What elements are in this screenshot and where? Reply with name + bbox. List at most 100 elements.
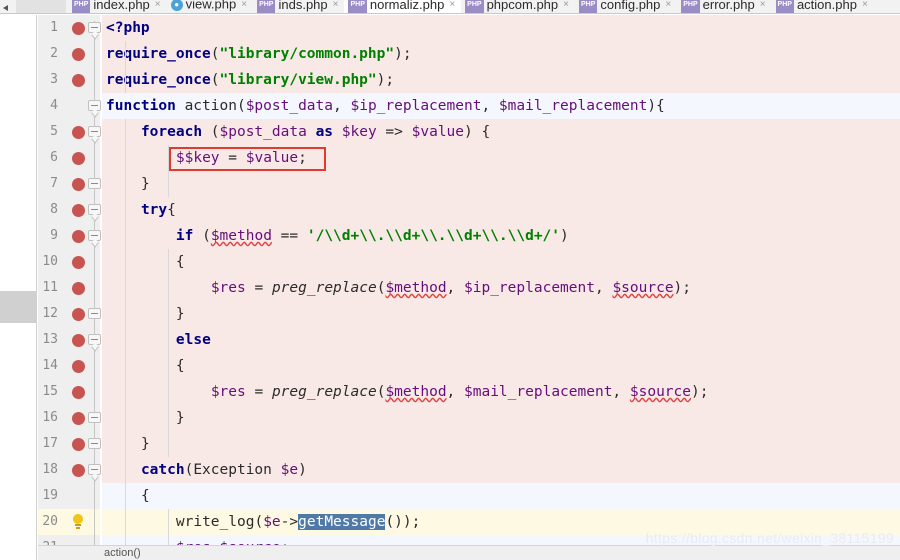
- code-line[interactable]: }: [102, 431, 900, 457]
- indent-guide-level2b: [168, 249, 169, 457]
- code-line[interactable]: {: [102, 353, 900, 379]
- code-line[interactable]: {: [102, 483, 900, 509]
- code-line[interactable]: else: [102, 327, 900, 353]
- indent-guide-level1: [125, 119, 126, 560]
- line-number: 15: [42, 384, 58, 399]
- code-line[interactable]: try{: [102, 197, 900, 223]
- chevron-left-icon[interactable]: [0, 0, 14, 13]
- selected-token[interactable]: getMessage: [298, 514, 386, 530]
- tab-label: normaliz.php: [369, 0, 445, 12]
- fold-toggle-icon[interactable]: [88, 412, 101, 423]
- lightbulb-intention-icon[interactable]: [71, 514, 86, 530]
- breakpoint-icon[interactable]: [72, 308, 85, 321]
- line-number: 5: [50, 124, 58, 139]
- editor-tab-phpcom-php[interactable]: PHP phpcom.php ×: [461, 0, 575, 13]
- editor-tab-normaliz-php[interactable]: PHP normaliz.php ×: [344, 0, 462, 13]
- breakpoint-icon[interactable]: [72, 178, 85, 191]
- code-editor-area[interactable]: <?php require_once("library/common.php");…: [102, 15, 900, 560]
- tab-list: PHP index.php × ● view.php × PHP inds.php × PHP no…: [68, 0, 874, 13]
- code-line[interactable]: $res = preg_replace($method, $ip_replace…: [102, 275, 900, 301]
- code-line[interactable]: <?php: [102, 15, 900, 41]
- tab-label: inds.php: [278, 0, 328, 12]
- tab-label: error.php: [702, 0, 755, 12]
- close-icon[interactable]: ×: [241, 0, 247, 13]
- breakpoint-icon[interactable]: [72, 256, 85, 269]
- fold-toggle-icon[interactable]: [88, 178, 101, 189]
- close-icon[interactable]: ×: [333, 0, 339, 13]
- code-line[interactable]: require_once("library/common.php");: [102, 41, 900, 67]
- code-line[interactable]: }: [102, 301, 900, 327]
- tab-label: action.php: [796, 0, 857, 12]
- breakpoint-icon[interactable]: [72, 438, 85, 451]
- code-line[interactable]: catch(Exception $e): [102, 457, 900, 483]
- line-number: 8: [50, 202, 58, 217]
- breakpoint-icon[interactable]: [72, 230, 85, 243]
- indent-guide-level1b: [125, 41, 126, 93]
- editor-tab-view-php[interactable]: ● view.php ×: [167, 0, 253, 13]
- code-line[interactable]: }: [102, 171, 900, 197]
- code-line[interactable]: require_once("library/view.php");: [102, 67, 900, 93]
- code-line[interactable]: {: [102, 249, 900, 275]
- breakpoint-icon[interactable]: [72, 464, 85, 477]
- editor-tab-inds-php[interactable]: PHP inds.php ×: [253, 0, 344, 13]
- line-number: 13: [42, 332, 58, 347]
- indent-guide-level2a: [168, 145, 169, 197]
- line-number: 17: [42, 436, 58, 451]
- code-line[interactable]: if ($method == '/\\d+\\.\\d+\\.\\d+\\.\\…: [102, 223, 900, 249]
- close-icon[interactable]: ×: [155, 0, 161, 13]
- code-line[interactable]: write_log($e->getMessage());: [102, 509, 900, 535]
- line-number: 3: [50, 72, 58, 87]
- editor-tab-index-php[interactable]: PHP index.php ×: [68, 0, 167, 13]
- php-file-icon: PHP: [775, 0, 794, 13]
- breakpoint-icon[interactable]: [72, 360, 85, 373]
- fold-toggle-icon[interactable]: [88, 100, 101, 111]
- code-line[interactable]: $$key = $value;: [102, 145, 900, 171]
- editor-tab-action-php[interactable]: PHP action.php ×: [772, 0, 874, 13]
- fold-toggle-icon[interactable]: [88, 204, 101, 215]
- breakpoint-icon[interactable]: [72, 126, 85, 139]
- fold-toggle-icon[interactable]: [88, 126, 101, 137]
- close-icon[interactable]: ×: [760, 0, 766, 13]
- php-file-icon: PHP: [348, 0, 367, 13]
- close-icon[interactable]: ×: [862, 0, 868, 13]
- breakpoint-icon[interactable]: [72, 22, 85, 35]
- close-icon[interactable]: ×: [563, 0, 569, 13]
- line-number: 7: [50, 176, 58, 191]
- php-file-icon: PHP: [681, 0, 700, 13]
- ide-window: PHP index.php × ● view.php × PHP inds.php × PHP no…: [0, 0, 900, 560]
- fold-toggle-icon[interactable]: [88, 230, 101, 241]
- breadcrumb[interactable]: action(): [38, 545, 900, 560]
- fold-toggle-icon[interactable]: [88, 334, 101, 345]
- code-line[interactable]: $res = preg_replace($method, $mail_repla…: [102, 379, 900, 405]
- tab-bar-spacer: [16, 0, 66, 13]
- line-number: 12: [42, 306, 58, 321]
- code-line[interactable]: }: [102, 405, 900, 431]
- editor-tab-config-php[interactable]: PHP config.php ×: [575, 0, 677, 13]
- fold-toggle-icon[interactable]: [88, 464, 101, 475]
- breakpoint-icon[interactable]: [72, 74, 85, 87]
- fold-toggle-icon[interactable]: [88, 308, 101, 319]
- line-number: 16: [42, 410, 58, 425]
- breakpoint-icon[interactable]: [72, 204, 85, 217]
- code-line[interactable]: foreach ($post_data as $key => $value) {: [102, 119, 900, 145]
- left-annotation-strip[interactable]: [0, 15, 37, 560]
- tab-label: config.php: [600, 0, 661, 12]
- breakpoint-icon[interactable]: [72, 412, 85, 425]
- close-icon[interactable]: ×: [449, 0, 455, 13]
- code-folding-margin[interactable]: [88, 15, 102, 560]
- line-number: 19: [42, 488, 58, 503]
- breakpoint-icon[interactable]: [72, 152, 85, 165]
- breakpoint-icon[interactable]: [72, 334, 85, 347]
- breakpoint-icon[interactable]: [72, 282, 85, 295]
- vcs-change-marker[interactable]: [0, 291, 37, 323]
- breakpoint-icon[interactable]: [72, 386, 85, 399]
- fold-toggle-icon[interactable]: [88, 438, 101, 449]
- breakpoint-icon[interactable]: [72, 48, 85, 61]
- tab-label: phpcom.php: [486, 0, 559, 12]
- fold-toggle-icon[interactable]: [88, 22, 101, 33]
- close-icon[interactable]: ×: [665, 0, 671, 13]
- line-number: 9: [50, 228, 58, 243]
- line-number: 14: [42, 358, 58, 373]
- editor-tab-error-php[interactable]: PHP error.php ×: [677, 0, 771, 13]
- code-line[interactable]: function action($post_data, $ip_replacem…: [102, 93, 900, 119]
